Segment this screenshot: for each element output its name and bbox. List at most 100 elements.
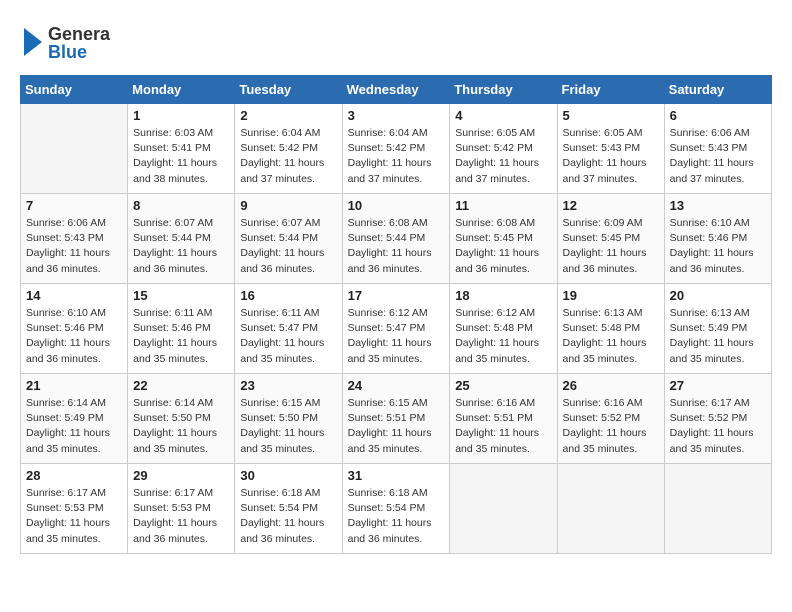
day-number: 15: [133, 288, 229, 303]
day-info: Sunrise: 6:03 AM Sunset: 5:41 PM Dayligh…: [133, 126, 229, 187]
day-info: Sunrise: 6:04 AM Sunset: 5:42 PM Dayligh…: [240, 126, 336, 187]
day-info: Sunrise: 6:15 AM Sunset: 5:51 PM Dayligh…: [348, 396, 445, 457]
day-info: Sunrise: 6:18 AM Sunset: 5:54 PM Dayligh…: [240, 486, 336, 547]
calendar-cell: 20Sunrise: 6:13 AM Sunset: 5:49 PM Dayli…: [664, 284, 771, 374]
day-info: Sunrise: 6:17 AM Sunset: 5:52 PM Dayligh…: [670, 396, 766, 457]
column-header-friday: Friday: [557, 76, 664, 104]
column-header-wednesday: Wednesday: [342, 76, 450, 104]
day-number: 24: [348, 378, 445, 393]
day-number: 1: [133, 108, 229, 123]
day-number: 22: [133, 378, 229, 393]
calendar-cell: 30 Sunrise: 6:18 AM Sunset: 5:54 PM Dayli…: [235, 464, 342, 554]
header-row: SundayMondayTuesdayWednesdayThursdayFrid…: [21, 76, 772, 104]
day-info: Sunrise: 6:07 AM Sunset: 5:44 PM Dayligh…: [133, 216, 229, 277]
calendar-cell: 17 Sunrise: 6:12 AM Sunset: 5:47 PM Dayli…: [342, 284, 450, 374]
day-number: 30: [240, 468, 336, 483]
calendar-cell: 28 Sunrise: 6:17 AM Sunset: 5:53 PM Dayli…: [21, 464, 128, 554]
day-info: Sunrise: 6:11 AM Sunset: 5:46 PM Dayligh…: [133, 306, 229, 367]
svg-text:General: General: [48, 24, 110, 44]
day-number: 2: [240, 108, 336, 123]
day-number: 16: [240, 288, 336, 303]
day-info: Sunrise: 6:15 AM Sunset: 5:50 PM Dayligh…: [240, 396, 336, 457]
day-info: Sunrise: 6:04 AM Sunset: 5:42 PM Dayligh…: [348, 126, 445, 187]
day-info: Sunrise: 6:12 AM Sunset: 5:48 PM Dayligh…: [455, 306, 551, 367]
calendar-cell: 24 Sunrise: 6:15 AM Sunset: 5:51 PM Dayli…: [342, 374, 450, 464]
day-number: 31: [348, 468, 445, 483]
calendar-cell: 8 Sunrise: 6:07 AM Sunset: 5:44 PM Daylig…: [128, 194, 235, 284]
calendar-cell: 2 Sunrise: 6:04 AM Sunset: 5:42 PM Daylig…: [235, 104, 342, 194]
calendar-cell: 9 Sunrise: 6:07 AM Sunset: 5:44 PM Daylig…: [235, 194, 342, 284]
calendar-cell: 4Sunrise: 6:05 AM Sunset: 5:42 PM Daylig…: [450, 104, 557, 194]
day-info: Sunrise: 6:10 AM Sunset: 5:46 PM Dayligh…: [670, 216, 766, 277]
calendar-cell: 19Sunrise: 6:13 AM Sunset: 5:48 PM Dayli…: [557, 284, 664, 374]
calendar-cell: 6 Sunrise: 6:06 AM Sunset: 5:43 PM Daylig…: [664, 104, 771, 194]
calendar-cell: 29 Sunrise: 6:17 AM Sunset: 5:53 PM Dayli…: [128, 464, 235, 554]
day-number: 14: [26, 288, 122, 303]
calendar-cell: 23 Sunrise: 6:15 AM Sunset: 5:50 PM Dayli…: [235, 374, 342, 464]
day-info: Sunrise: 6:17 AM Sunset: 5:53 PM Dayligh…: [26, 486, 122, 547]
week-row-4: 21Sunrise: 6:14 AM Sunset: 5:49 PM Dayli…: [21, 374, 772, 464]
week-row-1: 1 Sunrise: 6:03 AM Sunset: 5:41 PM Daylig…: [21, 104, 772, 194]
day-info: Sunrise: 6:16 AM Sunset: 5:51 PM Dayligh…: [455, 396, 551, 457]
day-number: 19: [563, 288, 659, 303]
day-number: 26: [563, 378, 659, 393]
day-info: Sunrise: 6:17 AM Sunset: 5:53 PM Dayligh…: [133, 486, 229, 547]
day-number: 23: [240, 378, 336, 393]
calendar-cell: 15 Sunrise: 6:11 AM Sunset: 5:46 PM Dayli…: [128, 284, 235, 374]
column-header-thursday: Thursday: [450, 76, 557, 104]
day-number: 25: [455, 378, 551, 393]
calendar-cell: [557, 464, 664, 554]
column-header-tuesday: Tuesday: [235, 76, 342, 104]
day-number: 7: [26, 198, 122, 213]
day-number: 27: [670, 378, 766, 393]
logo: GeneralBlue: [20, 20, 110, 65]
day-info: Sunrise: 6:11 AM Sunset: 5:47 PM Dayligh…: [240, 306, 336, 367]
day-info: Sunrise: 6:12 AM Sunset: 5:47 PM Dayligh…: [348, 306, 445, 367]
day-info: Sunrise: 6:18 AM Sunset: 5:54 PM Dayligh…: [348, 486, 445, 547]
day-number: 8: [133, 198, 229, 213]
calendar-cell: 13 Sunrise: 6:10 AM Sunset: 5:46 PM Dayli…: [664, 194, 771, 284]
calendar-cell: 5Sunrise: 6:05 AM Sunset: 5:43 PM Daylig…: [557, 104, 664, 194]
week-row-3: 14 Sunrise: 6:10 AM Sunset: 5:46 PM Dayli…: [21, 284, 772, 374]
logo-svg: GeneralBlue: [20, 20, 110, 65]
day-number: 4: [455, 108, 551, 123]
day-number: 10: [348, 198, 445, 213]
day-info: Sunrise: 6:14 AM Sunset: 5:50 PM Dayligh…: [133, 396, 229, 457]
day-number: 11: [455, 198, 551, 213]
day-number: 12: [563, 198, 659, 213]
calendar-cell: 14 Sunrise: 6:10 AM Sunset: 5:46 PM Dayli…: [21, 284, 128, 374]
day-number: 13: [670, 198, 766, 213]
day-number: 9: [240, 198, 336, 213]
day-number: 29: [133, 468, 229, 483]
day-number: 3: [348, 108, 445, 123]
calendar-cell: 7Sunrise: 6:06 AM Sunset: 5:43 PM Daylig…: [21, 194, 128, 284]
week-row-5: 28 Sunrise: 6:17 AM Sunset: 5:53 PM Dayli…: [21, 464, 772, 554]
column-header-sunday: Sunday: [21, 76, 128, 104]
day-info: Sunrise: 6:08 AM Sunset: 5:45 PM Dayligh…: [455, 216, 551, 277]
column-header-monday: Monday: [128, 76, 235, 104]
svg-text:Blue: Blue: [48, 42, 87, 62]
calendar-cell: 21Sunrise: 6:14 AM Sunset: 5:49 PM Dayli…: [21, 374, 128, 464]
calendar-cell: 16 Sunrise: 6:11 AM Sunset: 5:47 PM Dayli…: [235, 284, 342, 374]
day-number: 20: [670, 288, 766, 303]
day-number: 28: [26, 468, 122, 483]
calendar-cell: [664, 464, 771, 554]
calendar-cell: 3 Sunrise: 6:04 AM Sunset: 5:42 PM Daylig…: [342, 104, 450, 194]
day-number: 21: [26, 378, 122, 393]
calendar-table: SundayMondayTuesdayWednesdayThursdayFrid…: [20, 75, 772, 554]
calendar-cell: [21, 104, 128, 194]
day-info: Sunrise: 6:06 AM Sunset: 5:43 PM Dayligh…: [670, 126, 766, 187]
day-info: Sunrise: 6:08 AM Sunset: 5:44 PM Dayligh…: [348, 216, 445, 277]
calendar-cell: 1 Sunrise: 6:03 AM Sunset: 5:41 PM Daylig…: [128, 104, 235, 194]
day-info: Sunrise: 6:10 AM Sunset: 5:46 PM Dayligh…: [26, 306, 122, 367]
day-number: 18: [455, 288, 551, 303]
day-info: Sunrise: 6:16 AM Sunset: 5:52 PM Dayligh…: [563, 396, 659, 457]
calendar-cell: 11 Sunrise: 6:08 AM Sunset: 5:45 PM Dayli…: [450, 194, 557, 284]
day-info: Sunrise: 6:07 AM Sunset: 5:44 PM Dayligh…: [240, 216, 336, 277]
column-header-saturday: Saturday: [664, 76, 771, 104]
day-info: Sunrise: 6:05 AM Sunset: 5:43 PM Dayligh…: [563, 126, 659, 187]
day-number: 6: [670, 108, 766, 123]
day-number: 17: [348, 288, 445, 303]
calendar-cell: [450, 464, 557, 554]
calendar-cell: 31 Sunrise: 6:18 AM Sunset: 5:54 PM Dayli…: [342, 464, 450, 554]
